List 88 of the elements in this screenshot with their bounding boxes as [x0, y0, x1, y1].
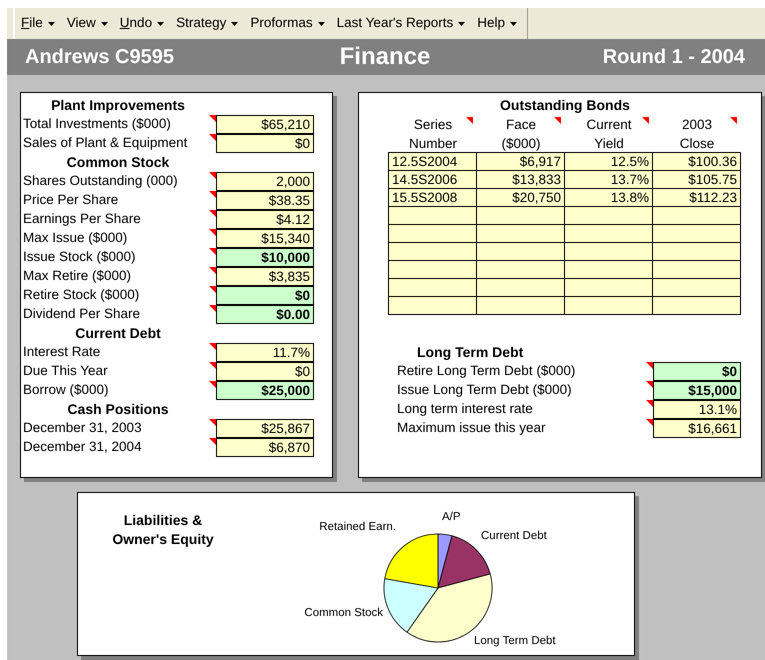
value-cell: $38.35 [216, 190, 314, 210]
field-label: Dividend Per Share [23, 305, 142, 324]
menu-item[interactable]: Last Year's Reports [330, 11, 472, 36]
table-cell: $100.36 [652, 152, 741, 171]
field-label: Total Investments ($000) [23, 115, 172, 134]
menu-item[interactable]: Proformas [244, 11, 331, 36]
value-cell: 11.7% [216, 342, 314, 362]
value-cell: 2,000 [216, 172, 314, 190]
value-cell: $0 [216, 362, 314, 380]
section-heading: Current Debt [74, 324, 162, 343]
section-heading: Common Stock [66, 153, 170, 172]
input-field[interactable]: $10,000 [216, 248, 314, 266]
value-cell: $4.12 [216, 210, 314, 228]
field-label: Maximum issue this year [397, 419, 547, 438]
slice-label: Current Debt [481, 530, 547, 542]
table-cell: $13,833 [476, 170, 565, 189]
input-field[interactable]: $15,000 [653, 380, 741, 400]
table-cell: 13.8% [564, 188, 653, 207]
caret-icon [458, 22, 466, 26]
page-title: Finance [340, 42, 430, 72]
chart-title: Owner's Equity [111, 530, 215, 549]
field-label: Retire Stock ($000) [23, 286, 140, 304]
value-cell: 13.1% [653, 400, 741, 418]
menu-item[interactable]: View [60, 11, 114, 36]
input-field[interactable]: $25,000 [216, 380, 314, 400]
field-label: December 31, 2004 [23, 438, 143, 456]
table-cell: $20,750 [476, 188, 565, 207]
value-cell: $15,340 [216, 228, 314, 248]
field-label: December 31, 2003 [23, 419, 143, 438]
column-header: 2003 [680, 116, 714, 134]
field-label: Long term interest rate [397, 400, 534, 418]
field-label: Earnings Per Share [23, 210, 142, 228]
caret-icon [231, 22, 238, 26]
company-name: Andrews C9595 [25, 45, 175, 70]
menu-item[interactable]: File [15, 11, 61, 36]
slice-label: A/P [442, 511, 461, 523]
column-header: Number [408, 135, 458, 153]
value-cell: $65,210 [216, 114, 314, 134]
table-cell: $112.23 [652, 188, 741, 207]
slice-label: Retained Earn. [319, 521, 396, 533]
field-label: Price Per Share [23, 191, 120, 210]
column-header: Face [504, 116, 537, 134]
caret-icon [318, 22, 325, 26]
field-label: Retire Long Term Debt ($000) [397, 362, 576, 380]
column-header: Yield [593, 135, 625, 153]
field-label: Max Retire ($000) [23, 267, 132, 286]
value-cell: $6,870 [216, 438, 314, 456]
field-label: Shares Outstanding (000) [23, 172, 179, 190]
section-heading: Plant Improvements [50, 96, 186, 115]
value-cell: $3,835 [216, 266, 314, 286]
field-label: Borrow ($000) [23, 381, 110, 400]
column-header: Current [585, 116, 632, 134]
caret-icon [157, 22, 164, 26]
menu-item[interactable]: Undo [114, 11, 170, 36]
table-cell: 13.7% [564, 170, 653, 189]
field-label: Issue Stock ($000) [23, 248, 137, 266]
section-heading: Cash Positions [66, 400, 170, 419]
slice-label: Common Stock [304, 607, 383, 619]
value-cell: $16,661 [653, 418, 741, 438]
table-cell: 12.5% [564, 152, 653, 171]
menu-item[interactable]: Strategy [170, 11, 244, 36]
section-heading: Long Term Debt [416, 343, 524, 362]
field-label: Sales of Plant & Equipment [23, 134, 188, 152]
table-cell: $105.75 [652, 170, 741, 189]
field-label: Max Issue ($000) [23, 229, 128, 248]
table-title: Outstanding Bonds [499, 96, 631, 115]
menu-item[interactable]: Help [471, 11, 524, 36]
caret-icon [510, 22, 518, 26]
input-field[interactable]: $0 [653, 362, 741, 380]
value-cell: $25,867 [216, 418, 314, 438]
field-label: Interest Rate [23, 343, 102, 362]
column-header: Series [412, 116, 454, 134]
slice-label: Long Term Debt [474, 635, 556, 647]
caret-icon [100, 22, 108, 26]
round-label: Round 1 - 2004 [602, 45, 745, 70]
column-header: ($000) [500, 135, 542, 153]
table-cell: 12.5S2004 [388, 152, 477, 171]
input-field[interactable]: $0 [216, 286, 314, 304]
table-cell: 15.5S2008 [388, 188, 477, 207]
table-cell: $6,917 [476, 152, 565, 171]
table-cell: 14.5S2006 [388, 170, 477, 189]
field-label: Issue Long Term Debt ($000) [397, 381, 573, 400]
chart-title: Liabilities & [122, 511, 204, 530]
caret-icon [48, 22, 55, 26]
field-label: Due This Year [23, 362, 109, 380]
value-cell: $0 [216, 134, 314, 152]
input-field[interactable]: $0.00 [216, 304, 314, 324]
column-header: Close [678, 135, 716, 153]
